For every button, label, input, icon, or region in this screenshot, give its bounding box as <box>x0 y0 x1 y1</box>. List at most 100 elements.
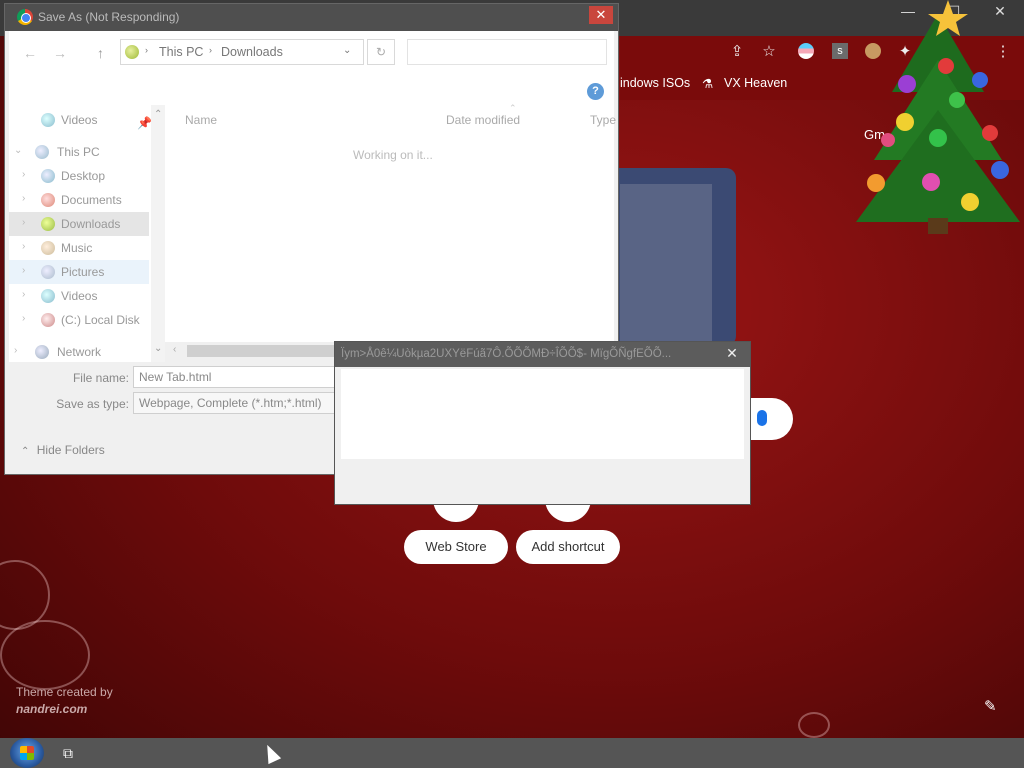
tree-trunk <box>928 218 948 234</box>
chevron-right-icon[interactable]: › <box>22 169 25 180</box>
nav-item-videos[interactable]: › Videos <box>9 284 149 308</box>
ornament-blue <box>991 161 1009 179</box>
ornament-yellow <box>896 113 914 131</box>
nav-item-label: Music <box>61 241 93 255</box>
taskbar: ⧉ <box>0 738 1024 768</box>
chevron-down-icon[interactable]: ⌄ <box>343 45 351 56</box>
chevron-down-icon[interactable]: ⌄ <box>14 145 22 156</box>
file-list: Name ⌃ Date modified Type Working on it.… <box>165 103 616 352</box>
nav-item-pictures[interactable]: › Pictures <box>9 260 149 284</box>
dialog-title: Save As (Not Responding) <box>38 10 180 24</box>
nav-pane-scrollbar[interactable]: ⌃ ⌄ <box>151 105 165 362</box>
nav-item-network[interactable]: › Network <box>9 340 149 364</box>
share-icon[interactable]: ⇪ <box>728 43 746 61</box>
chevron-right-icon[interactable]: › <box>22 289 25 300</box>
popup-close-button[interactable]: ✕ <box>719 344 745 363</box>
start-button[interactable] <box>10 738 44 768</box>
decor-swirl <box>798 712 830 738</box>
nav-item-downloads[interactable]: › Downloads <box>9 212 149 236</box>
help-icon[interactable]: ? <box>587 83 604 100</box>
profile-flag-icon[interactable] <box>798 43 816 61</box>
chevron-right-icon[interactable]: › <box>22 313 25 324</box>
extension-s-icon[interactable]: s <box>832 43 850 61</box>
scroll-up-icon[interactable]: ⌃ <box>154 109 162 120</box>
forward-arrow-icon[interactable]: → <box>53 45 67 61</box>
nav-item-label: Pictures <box>61 265 105 279</box>
chevron-right-icon[interactable]: › <box>22 193 25 204</box>
nav-item-label: (C:) Local Disk <box>61 313 140 327</box>
chrome-logo-icon <box>17 9 33 25</box>
file-name-field[interactable]: New Tab.html <box>133 366 335 388</box>
doodle-image <box>620 184 712 344</box>
desktop-icon <box>41 169 55 183</box>
nav-item-local-disk[interactable]: › (C:) Local Disk <box>9 308 149 332</box>
decor-swirl <box>0 620 90 690</box>
customize-pencil-icon[interactable]: ✎ <box>984 697 997 715</box>
ornament-orange <box>867 174 885 192</box>
breadcrumb-this-pc[interactable]: This PC <box>159 45 203 59</box>
breadcrumb-downloads[interactable]: Downloads <box>221 45 283 59</box>
up-arrow-icon[interactable]: ↑ <box>97 45 104 61</box>
this-pc-icon <box>125 45 139 59</box>
back-arrow-icon[interactable]: ← <box>23 45 37 61</box>
bookmark-windows-isos[interactable]: indows ISOs <box>620 76 690 90</box>
scroll-down-icon[interactable]: ⌄ <box>154 343 162 354</box>
ntp-doodle-card <box>600 168 736 346</box>
chevron-right-icon[interactable]: › <box>22 265 25 276</box>
ornament-red <box>982 125 998 141</box>
nav-item-label: Desktop <box>61 169 106 183</box>
file-name-label: File name: <box>72 371 129 385</box>
this-pc-icon <box>35 145 49 159</box>
add-shortcut-button[interactable]: Add shortcut <box>516 530 620 564</box>
christmas-tree-gadget <box>856 0 1020 234</box>
task-view-icon[interactable]: ⧉ <box>63 745 81 761</box>
chevron-right-icon[interactable]: › <box>14 345 17 356</box>
nav-item-documents[interactable]: › Documents <box>9 188 149 212</box>
downloads-icon <box>41 217 55 231</box>
save-type-label: Save as type: <box>56 397 129 411</box>
ornament-pink <box>922 173 940 191</box>
popup-title: Ïym>Å0ê¼Uòkµa2UXYëFúã7Ô.ÕÕÕMÐ÷ÎÕÕ$- MïgÕ… <box>341 348 672 360</box>
vx-heaven-icon: ⚗ <box>702 77 714 91</box>
web-store-shortcut[interactable]: Web Store <box>404 530 508 564</box>
ornament-purple <box>898 75 916 93</box>
ornament-blue <box>972 72 988 88</box>
column-header-type[interactable]: Type <box>590 113 616 127</box>
address-bar[interactable]: › This PC › Downloads ⌄ <box>120 39 364 65</box>
breadcrumb-separator-icon: › <box>145 45 148 55</box>
videos-icon <box>41 113 55 127</box>
chevron-right-icon[interactable]: › <box>22 217 25 228</box>
pin-icon[interactable]: 📌 <box>137 116 152 130</box>
column-header-date[interactable]: Date modified <box>446 113 520 127</box>
nav-item-this-pc[interactable]: ⌄ This PC <box>9 140 149 164</box>
nav-item-music[interactable]: › Music <box>9 236 149 260</box>
navigation-row: ← → ↑ › This PC › Downloads ⌄ ↻ <box>9 31 614 77</box>
network-icon <box>35 345 49 359</box>
ornament-green <box>929 129 947 147</box>
close-button[interactable]: ✕ <box>589 6 613 24</box>
save-as-titlebar[interactable]: Save As (Not Responding) ✕ <box>5 4 618 31</box>
scroll-left-icon[interactable]: ‹ <box>173 344 176 355</box>
theme-credit[interactable]: Theme created by nandrei.com <box>16 684 113 718</box>
save-type-select[interactable]: Webpage, Complete (*.htm;*.html) <box>133 392 335 414</box>
nav-item-label: Network <box>57 345 102 359</box>
nav-item-label: This PC <box>57 145 100 159</box>
popup-titlebar[interactable]: Ïym>Å0ê¼Uòkµa2UXYëFúã7Ô.ÕÕÕMÐ÷ÎÕÕ$- MïgÕ… <box>335 342 750 367</box>
videos-icon <box>41 289 55 303</box>
nav-item-desktop[interactable]: › Desktop <box>9 164 149 188</box>
command-bar: ? <box>9 77 614 105</box>
star-icon[interactable]: ☆ <box>760 43 778 61</box>
bookmark-vx-heaven[interactable]: VX Heaven <box>724 76 787 90</box>
garbled-popup-window: Ïym>Å0ê¼Uòkµa2UXYëFúã7Ô.ÕÕÕMÐ÷ÎÕÕ$- MïgÕ… <box>334 341 751 505</box>
column-header-name[interactable]: Name <box>185 113 217 127</box>
documents-icon <box>41 193 55 207</box>
theme-credit-brand: nandrei.com <box>16 702 88 716</box>
hide-folders-toggle[interactable]: ⌃ Hide Folders <box>21 443 105 457</box>
nav-item-videos-quick[interactable]: Videos 📌 <box>9 108 152 132</box>
theme-credit-line1: Theme created by <box>16 685 113 699</box>
status-text: Working on it... <box>353 148 433 162</box>
chevron-right-icon[interactable]: › <box>22 241 25 252</box>
hide-folders-label: Hide Folders <box>36 443 105 457</box>
search-input[interactable] <box>407 39 607 65</box>
refresh-icon[interactable]: ↻ <box>367 39 395 65</box>
